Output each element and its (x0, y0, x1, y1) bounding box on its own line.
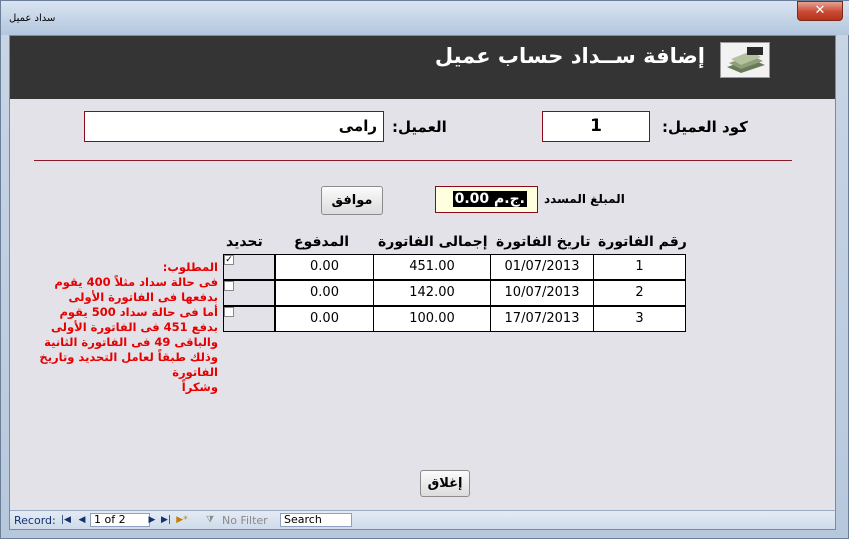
note-line: المطلوب: (162, 260, 218, 274)
header-invoice-total: إجمالى الفاتورة (378, 234, 488, 250)
note-line: والباقى 49 فى الفاتورة الثانية (44, 335, 218, 349)
app-window: سداد عميل ✕ إضافة ســداد حساب عميل كود ا… (0, 0, 849, 539)
paid-cell[interactable]: 0.00 (275, 306, 374, 332)
record-position-field[interactable]: 1 of 2 (90, 513, 150, 527)
invoice-no-cell[interactable]: 2 (593, 280, 686, 306)
no-filter-label[interactable]: No Filter (222, 514, 268, 527)
paid-cell[interactable]: 0.00 (275, 254, 374, 280)
paid-amount-field[interactable]: 0.00 ج.م. (435, 186, 538, 213)
customer-name-label: العميل: (392, 118, 447, 136)
row-select-checkbox[interactable] (224, 307, 234, 317)
previous-record-icon[interactable]: ◀ (76, 514, 88, 526)
paid-cell[interactable]: 0.00 (275, 280, 374, 306)
close-form-button[interactable]: إغلاق (420, 470, 470, 497)
filter-icon: ⧩ (205, 515, 215, 525)
paid-amount-label: المبلغ المسدد (544, 192, 625, 206)
window-title: سداد عميل (9, 13, 56, 24)
note-line: أما فى حالة سداد 500 يقوم (59, 305, 218, 319)
requirements-note: المطلوب: فى حالة سداد مثلاً 400 يقوم بدف… (18, 260, 218, 395)
note-line: وشكراً (181, 380, 218, 394)
header-invoice-date: تاريخ الفاتورة (496, 234, 591, 250)
row-select-checkbox[interactable] (224, 281, 234, 291)
form-title: إضافة ســداد حساب عميل (434, 44, 705, 68)
title-bar: سداد عميل ✕ (1, 1, 849, 35)
invoice-date-cell[interactable]: 01/07/2013 (490, 254, 594, 280)
form-header: إضافة ســداد حساب عميل (10, 36, 835, 99)
select-cell (223, 254, 275, 280)
window-close-button[interactable]: ✕ (797, 1, 843, 21)
money-stack-icon (720, 42, 770, 78)
first-record-icon[interactable]: |◀ (60, 514, 72, 526)
invoice-total-cell[interactable]: 451.00 (373, 254, 491, 280)
invoice-no-cell[interactable]: 1 (593, 254, 686, 280)
divider-line (34, 160, 792, 161)
header-invoice-no: رقم الفاتورة (598, 234, 687, 250)
invoice-date-cell[interactable]: 17/07/2013 (490, 306, 594, 332)
note-line: فى حالة سداد مثلاً 400 يقوم (54, 275, 218, 289)
invoice-date-cell[interactable]: 10/07/2013 (490, 280, 594, 306)
record-navigation-bar: Record: |◀ ◀ 1 of 2 ▶ ▶| ▶* ⧩ No Filter … (10, 510, 835, 529)
new-record-icon[interactable]: ▶* (176, 514, 188, 526)
customer-code-label: كود العميل: (662, 118, 748, 136)
invoice-total-cell[interactable]: 142.00 (373, 280, 491, 306)
header-paid: المدفوع (294, 234, 350, 250)
next-record-icon[interactable]: ▶ (146, 514, 158, 526)
record-label: Record: (14, 514, 56, 527)
header-select: تحديد (226, 234, 263, 250)
customer-code-field[interactable]: 1 (542, 111, 650, 142)
customer-name-field[interactable]: رامى (84, 111, 384, 142)
paid-amount-value: 0.00 ج.م. (452, 191, 527, 207)
form-body: إضافة ســداد حساب عميل كود العميل: 1 الع… (9, 35, 836, 530)
ok-button[interactable]: موافق (321, 186, 383, 215)
invoice-no-cell[interactable]: 3 (593, 306, 686, 332)
note-line: وذلك طبقاً لعامل التحديد وتاريخ (39, 350, 218, 364)
note-line: الفاتورة (172, 365, 218, 379)
invoice-total-cell[interactable]: 100.00 (373, 306, 491, 332)
note-line: بدفع 451 فى الفاتورة الأولى (51, 320, 218, 334)
note-line: بدفعها فى الفاتورة الأولى (68, 290, 218, 304)
last-record-icon[interactable]: ▶| (160, 514, 172, 526)
search-input[interactable]: Search (280, 513, 352, 527)
